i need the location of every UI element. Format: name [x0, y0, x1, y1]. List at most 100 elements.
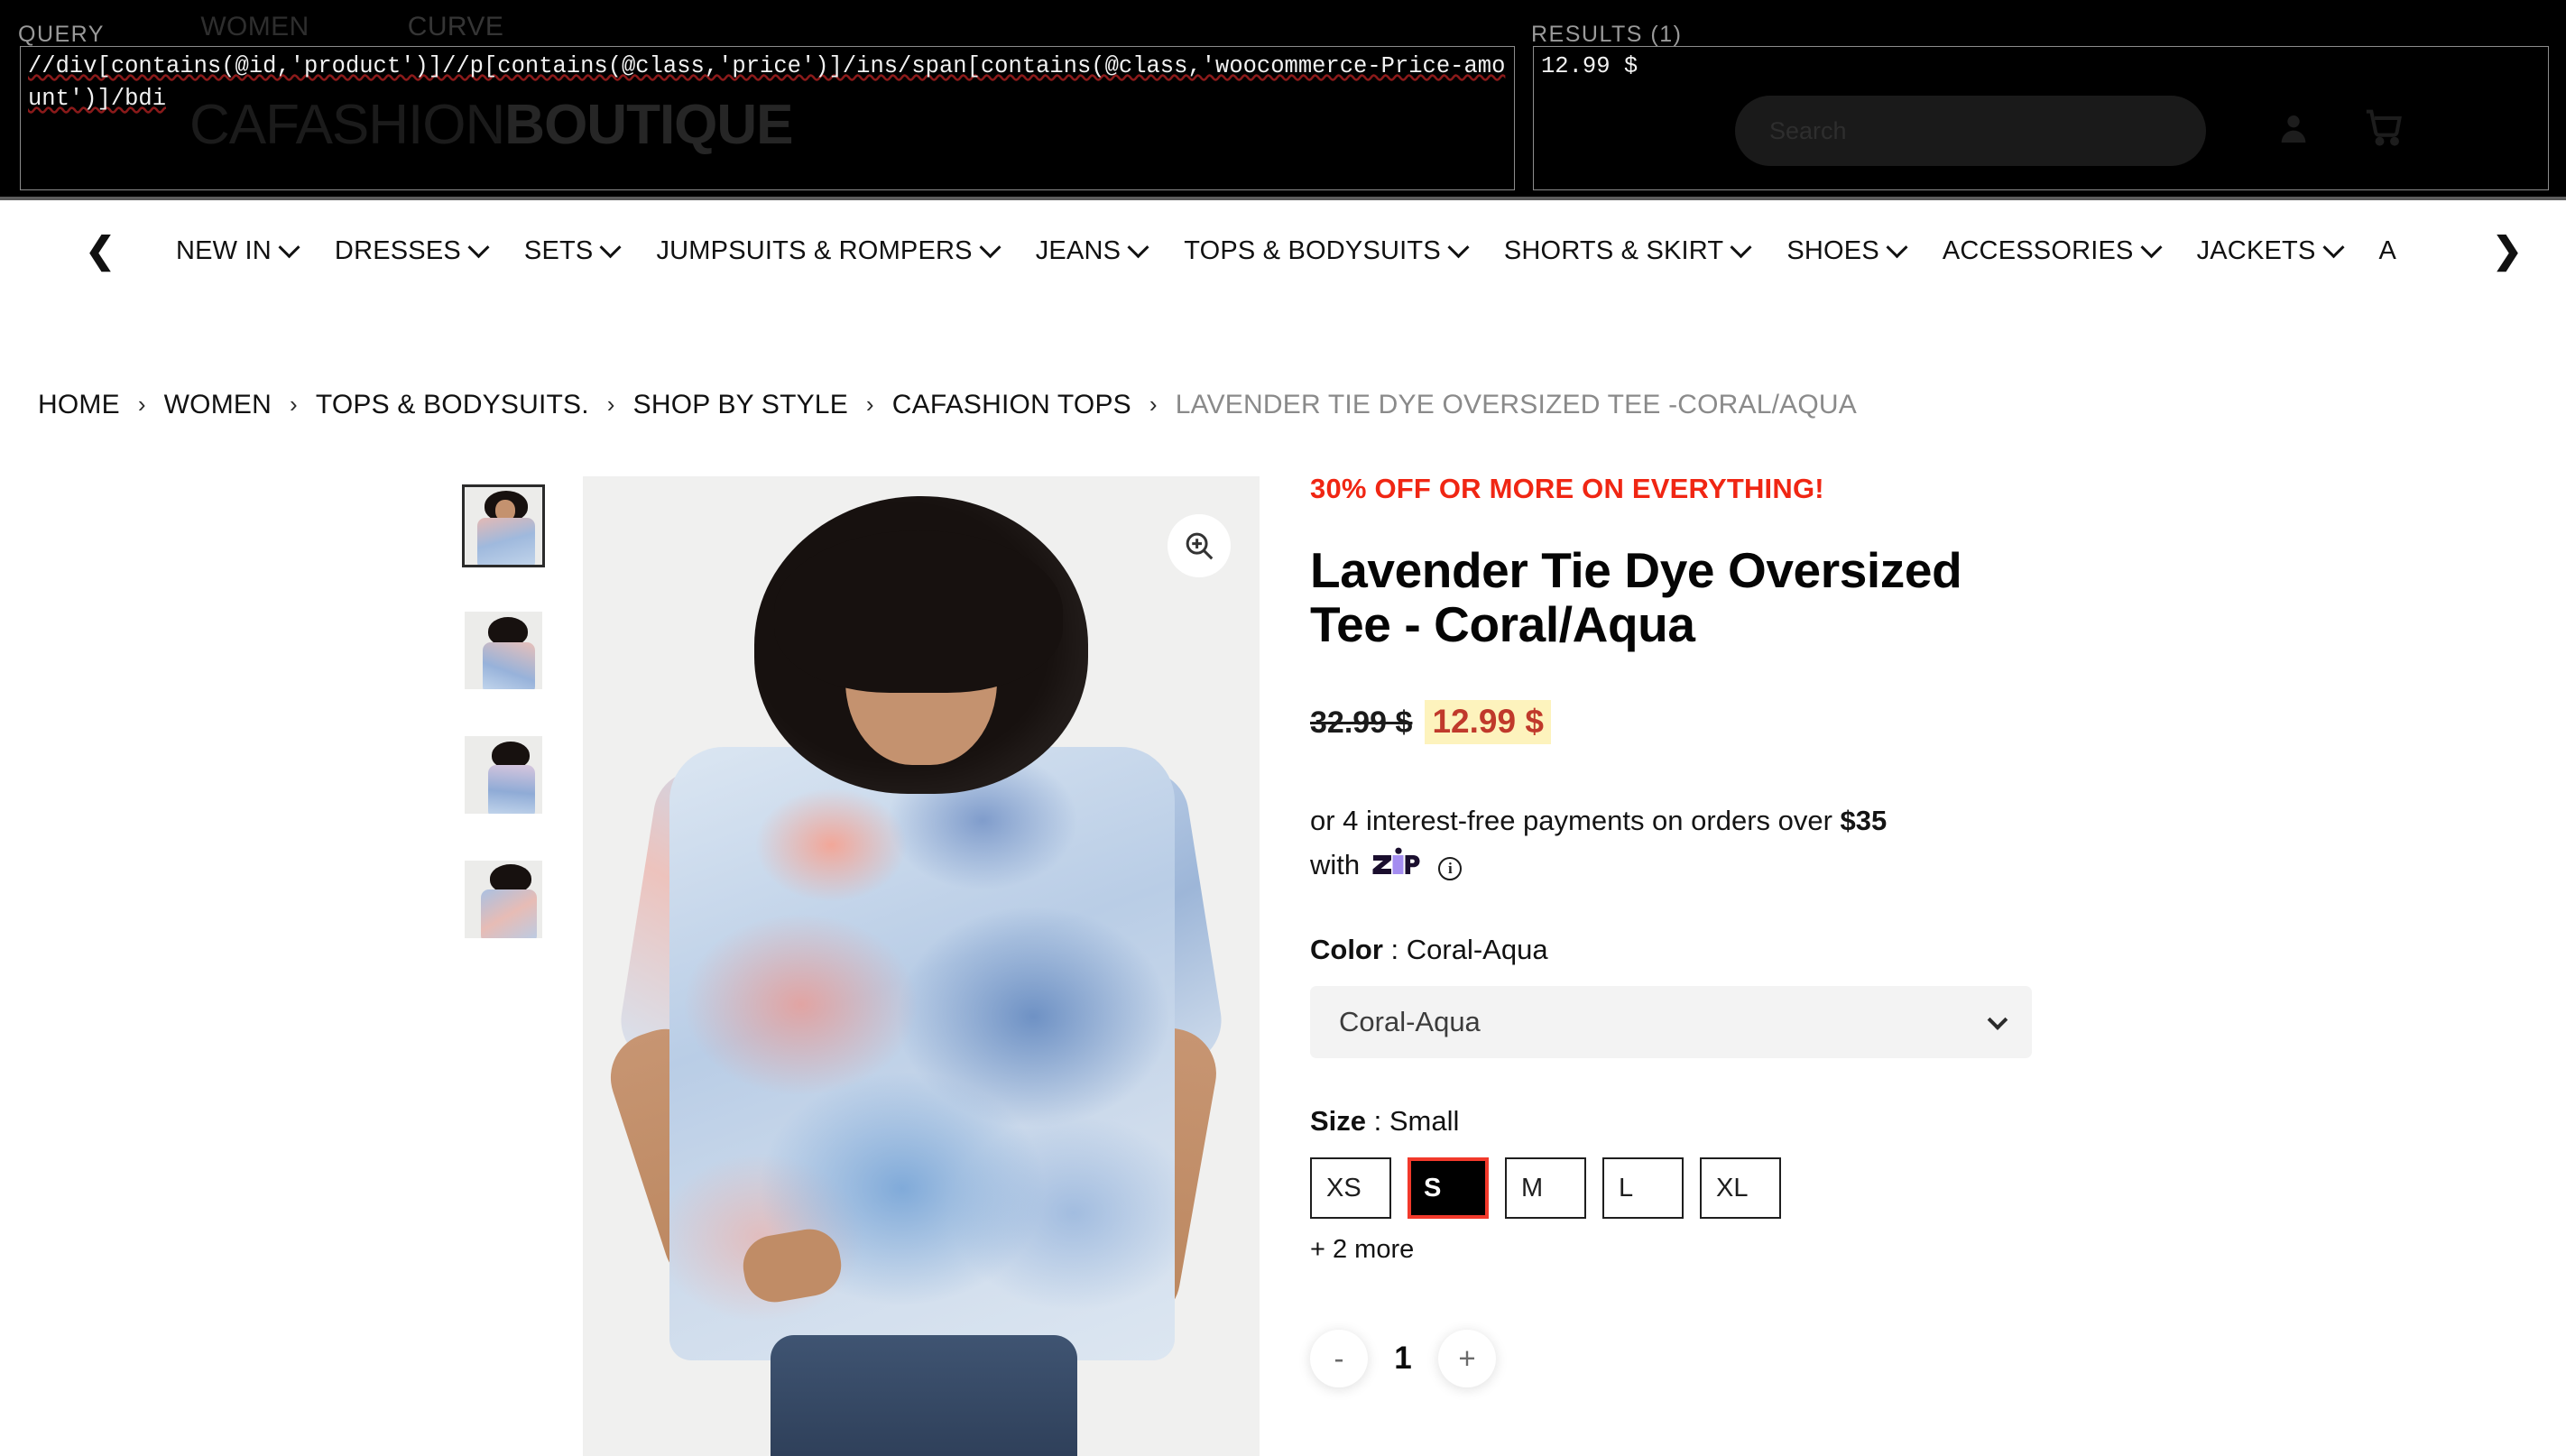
thumbnail-4[interactable]	[462, 858, 545, 941]
color-attribute-label: Color : Coral-Aqua	[1310, 934, 1548, 965]
chevron-down-icon	[1447, 235, 1470, 258]
query-panel-label: QUERY	[18, 22, 105, 47]
nav-item-jackets[interactable]: JACKETS	[2178, 236, 2360, 266]
xpath-result-value: 12.99 $	[1541, 53, 1638, 79]
info-icon[interactable]: i	[1438, 856, 1463, 880]
breadcrumb: HOME › WOMEN › TOPS & BODYSUITS. › SHOP …	[38, 390, 1857, 420]
thumbnail-1[interactable]	[462, 484, 545, 567]
main-product-image[interactable]	[583, 476, 1260, 1456]
breadcrumb-item-shop-by-style[interactable]: SHOP BY STYLE	[633, 390, 848, 420]
nav-item-shorts-skirt[interactable]: SHORTS & SKIRT	[1485, 236, 1768, 266]
color-select[interactable]: Coral-Aqua	[1310, 986, 2032, 1058]
nav-item-jeans[interactable]: JEANS	[1017, 236, 1165, 266]
image-part	[771, 1335, 1077, 1456]
chevron-down-icon	[2140, 235, 2163, 258]
nav-item-tops-bodysuits[interactable]: TOPS & BODYSUITS	[1165, 236, 1485, 266]
financing-amount: $35	[1840, 805, 1888, 836]
financing-message: or 4 interest-free payments on orders ov…	[1310, 798, 2023, 887]
nav-item-label: JUMPSUITS & ROMPERS	[656, 235, 973, 265]
chevron-down-icon	[979, 235, 1001, 258]
price-row: 32.99 $ 12.99 $	[1310, 700, 2537, 744]
tab-women-label: WOMEN	[200, 12, 309, 41]
thumbnail-3[interactable]	[462, 733, 545, 816]
breadcrumb-separator-icon: ›	[290, 390, 298, 418]
chevron-down-icon	[278, 235, 300, 258]
size-option-label: L	[1619, 1173, 1634, 1203]
size-option-l[interactable]: L	[1602, 1157, 1684, 1219]
breadcrumb-item-women[interactable]: WOMEN	[164, 390, 272, 420]
quantity-decrement-button[interactable]: -	[1310, 1330, 1368, 1387]
primary-navigation: ❮ NEW IN DRESSES SETS JUMPSUITS & ROMPER…	[0, 200, 2566, 301]
price-current: 12.99 $	[1425, 700, 1551, 744]
chevron-down-icon	[1886, 235, 1908, 258]
size-option-label: S	[1424, 1173, 1442, 1203]
chevron-down-icon	[1730, 235, 1752, 258]
image-part	[774, 530, 1063, 693]
promo-banner: 30% OFF OR MORE ON EVERYTHING!	[1310, 473, 1824, 504]
nav-items: NEW IN DRESSES SETS JUMPSUITS & ROMPERS …	[157, 236, 2566, 266]
page-title: Lavender Tie Dye Oversized Tee - Coral/A…	[1310, 542, 1962, 652]
header-divider	[0, 197, 2566, 200]
zoom-in-icon[interactable]	[1168, 514, 1231, 577]
nav-item-shoes[interactable]: SHOES	[1768, 236, 1924, 266]
size-option-xs[interactable]: XS	[1310, 1157, 1391, 1219]
chevron-down-icon	[1127, 235, 1149, 258]
size-option-label: XL	[1716, 1173, 1749, 1203]
more-sizes-link[interactable]: + 2 more	[1310, 1235, 2537, 1265]
quantity-increment-button[interactable]: +	[1438, 1330, 1496, 1387]
size-option-s[interactable]: S	[1408, 1157, 1489, 1219]
size-option-label: M	[1521, 1173, 1544, 1203]
nav-item-label: SHORTS & SKIRT	[1503, 235, 1724, 265]
zip-logo-icon	[1371, 847, 1420, 878]
xpath-query-input[interactable]: //div[contains(@id,'product')]//p[contai…	[20, 46, 1515, 190]
breadcrumb-separator-icon: ›	[1149, 390, 1158, 418]
nav-item-label: TOPS & BODYSUITS	[1184, 235, 1441, 265]
xpath-query-text: //div[contains(@id,'product')]//p[contai…	[28, 53, 1506, 112]
nav-item-dresses[interactable]: DRESSES	[316, 236, 505, 266]
nav-item-label: JACKETS	[2196, 235, 2316, 265]
chevron-down-icon	[467, 235, 490, 258]
quantity-stepper: - 1 +	[1310, 1330, 2537, 1387]
color-label-text: Color	[1310, 934, 1383, 965]
breadcrumb-item-home[interactable]: HOME	[38, 390, 120, 420]
financing-prefix: or 4 interest-free payments on orders ov…	[1310, 805, 1841, 836]
price-original: 32.99 $	[1310, 705, 1413, 740]
breadcrumb-separator-icon: ›	[137, 390, 146, 418]
quantity-value: 1	[1394, 1341, 1412, 1376]
nav-item-sets[interactable]: SETS	[505, 236, 638, 266]
breadcrumb-separator-icon: ›	[865, 390, 874, 418]
nav-scroll-right-icon[interactable]: ❯	[2481, 200, 2534, 301]
nav-item-label: ACCESSORIES	[1942, 235, 2134, 265]
nav-item-label: JEANS	[1035, 235, 1121, 265]
size-option-m[interactable]: M	[1505, 1157, 1586, 1219]
breadcrumb-item-tops-bodysuits[interactable]: TOPS & BODYSUITS.	[316, 390, 589, 420]
color-select-value: Coral-Aqua	[1339, 1006, 1481, 1037]
results-panel-label: RESULTS (1)	[1531, 22, 1683, 47]
breadcrumb-item-current: LAVENDER TIE DYE OVERSIZED TEE -CORAL/AQ…	[1175, 390, 1857, 419]
product-info-panel: 30% OFF OR MORE ON EVERYTHING! Lavender …	[1310, 473, 2537, 1387]
size-label-text: Size	[1310, 1105, 1367, 1137]
nav-item-label: A	[2378, 235, 2397, 265]
gallery-thumbnails	[462, 484, 545, 941]
nav-scroll-left-icon[interactable]: ❮	[74, 200, 126, 301]
nav-item-jumpsuits-rompers[interactable]: JUMPSUITS & ROMPERS	[637, 236, 1016, 266]
chevron-down-icon	[1987, 1009, 2008, 1030]
nav-item-label: SETS	[523, 235, 594, 265]
thumbnail-2[interactable]	[462, 609, 545, 692]
color-selected-value: Coral-Aqua	[1406, 934, 1548, 965]
nav-item-label: NEW IN	[176, 235, 272, 265]
breadcrumb-item-cafashion-tops[interactable]: CAFASHION TOPS	[892, 390, 1131, 420]
nav-item-accessories[interactable]: ACCESSORIES	[1924, 236, 2178, 266]
nav-item-new-in[interactable]: NEW IN	[157, 236, 316, 266]
size-option-xl[interactable]: XL	[1700, 1157, 1781, 1219]
nav-item-label: SHOES	[1786, 235, 1879, 265]
chevron-down-icon	[599, 235, 622, 258]
tab-curve-label: CURVE	[407, 12, 504, 41]
size-option-label: XS	[1326, 1173, 1361, 1203]
chevron-down-icon	[2321, 235, 2345, 258]
xpath-results-output[interactable]: 12.99 $	[1533, 46, 2549, 190]
size-attribute-label: Size : Small	[1310, 1105, 1460, 1137]
size-selected-value: Small	[1389, 1105, 1460, 1137]
nav-item-truncated[interactable]: A	[2360, 236, 2416, 266]
size-options: XS S M L XL	[1310, 1157, 2537, 1219]
